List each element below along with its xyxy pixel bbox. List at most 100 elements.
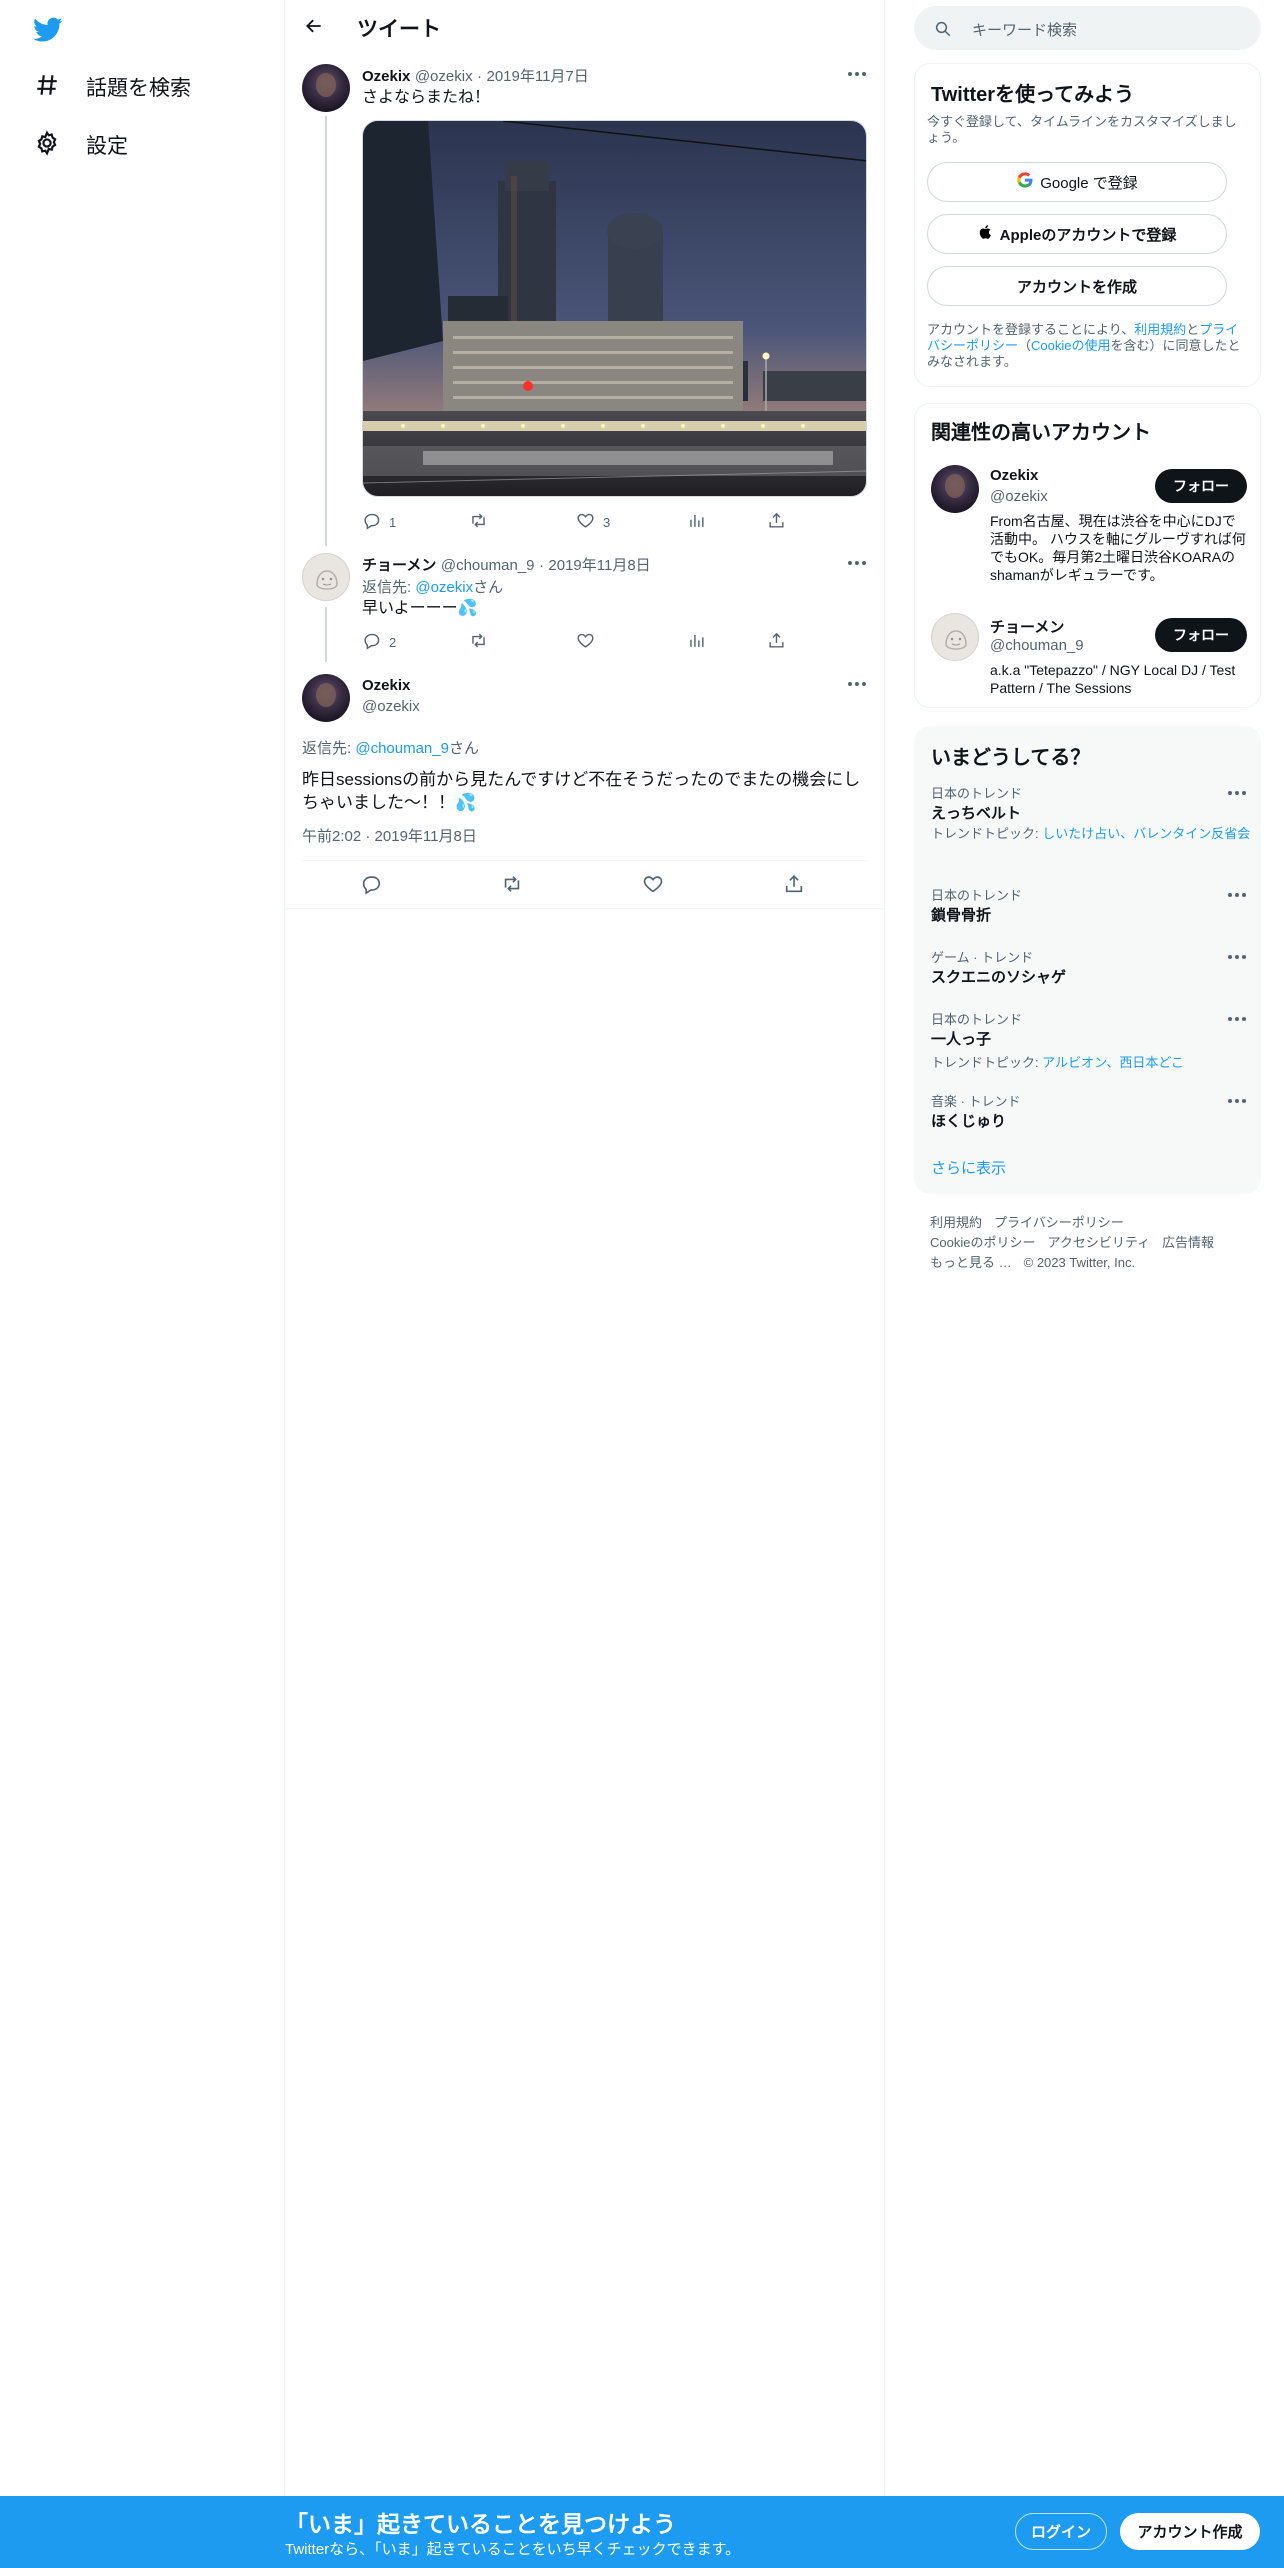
show-more-link[interactable]: さらに表示 — [931, 1157, 1006, 1178]
reply-to-link[interactable]: @chouman_9 — [355, 740, 449, 757]
follow-button[interactable]: フォロー — [1155, 469, 1247, 503]
footer-terms-link[interactable]: 利用規約 — [930, 1215, 982, 1230]
retweet-button[interactable] — [501, 873, 523, 897]
gear-icon — [34, 129, 60, 161]
footer-row-3: もっと見る … © 2023 Twitter, Inc. — [930, 1252, 1147, 1271]
nav-explore-label: 話題を検索 — [86, 77, 191, 100]
author-name[interactable]: Ozekix — [362, 677, 410, 694]
more-icon[interactable] — [1223, 1091, 1251, 1111]
trend-topics: トレンドトピック: アルビオン、西日本どこ — [931, 1052, 1184, 1071]
more-icon[interactable] — [1223, 885, 1251, 905]
tweet-text: 早いよーーー💦 — [362, 600, 478, 617]
more-icon[interactable] — [1223, 1009, 1251, 1029]
reply-to-link[interactable]: @ozekix — [415, 579, 473, 596]
avatar[interactable] — [302, 674, 350, 722]
trend-topic-link[interactable]: しいたけ占い、バレンタイン反省会 — [1042, 826, 1250, 841]
avatar[interactable] — [302, 64, 350, 112]
author-name[interactable]: Ozekix — [362, 68, 410, 85]
reply-button[interactable] — [360, 873, 382, 897]
signup-button[interactable]: アカウント作成 — [1120, 2513, 1260, 2550]
footer-accessibility-link[interactable]: アクセシビリティ — [1047, 1235, 1150, 1250]
reply-button[interactable]: 2 — [362, 630, 396, 654]
footer-cookie-link[interactable]: Cookieのポリシー — [930, 1235, 1035, 1250]
like-button[interactable] — [642, 873, 664, 897]
reply-context: 返信先: @chouman_9さん — [302, 737, 479, 758]
terms-link[interactable]: 利用規約 — [1134, 322, 1186, 337]
right-sidebar: キーワード検索 Twitterを使ってみよう 今すぐ登録して、タイムラインをカス… — [885, 0, 1284, 2568]
more-icon[interactable] — [843, 674, 871, 694]
reply-button[interactable]: 1 — [362, 510, 396, 534]
trend-item[interactable]: 日本のトレンド 一人っ子 トレンドトピック: アルビオン、西日本どこ — [915, 1009, 1262, 1079]
footer-privacy-link[interactable]: プライバシーポリシー — [994, 1215, 1124, 1230]
terms-prefix: アカウントを登録することにより、 — [927, 322, 1135, 337]
trend-item[interactable]: 音楽 · トレンド ほくじゅり — [915, 1091, 1262, 1141]
more-icon[interactable] — [843, 64, 871, 84]
tweet-text: さよならまたね！ — [362, 89, 491, 106]
trend-item[interactable]: 日本のトレンド 鎖骨骨折 — [915, 885, 1262, 935]
more-icon[interactable] — [1223, 783, 1251, 803]
follow-button[interactable]: フォロー — [1155, 618, 1247, 652]
login-button[interactable]: ログイン — [1015, 2513, 1107, 2550]
signup-subtitle: 今すぐ登録して、タイムラインをカスタマイズしましょう。 — [927, 114, 1237, 145]
share-button[interactable] — [767, 510, 786, 534]
like-count: 3 — [603, 514, 611, 530]
footer-more-link[interactable]: もっと見る … — [930, 1255, 1012, 1270]
search-placeholder: キーワード検索 — [972, 22, 1078, 39]
avatar[interactable] — [302, 553, 350, 601]
tweet-1[interactable]: Ozekix @ozekix · 2019年11月7日 さよならまたね！ 1 3 — [285, 54, 885, 546]
cookie-open: （ — [1018, 338, 1032, 353]
tweet-date[interactable]: 2019年11月7日 — [486, 68, 588, 85]
trend-name: スクエニのソシャゲ — [931, 969, 1067, 986]
apple-signup-button[interactable]: Appleのアカウントで登録 — [927, 214, 1227, 254]
create-account-button[interactable]: アカウントを作成 — [927, 266, 1227, 306]
trend-topics: トレンドトピック: しいたけ占い、バレンタイン反省会 — [931, 826, 1251, 842]
nav-settings[interactable]: 設定 — [22, 119, 140, 171]
divider — [302, 860, 868, 861]
trend-item[interactable]: ゲーム · トレンド スクエニのソシャゲ — [915, 947, 1262, 997]
like-button[interactable] — [576, 630, 595, 654]
trend-topic-prefix: トレンドトピック: — [931, 1055, 1043, 1070]
analytics-button[interactable] — [687, 630, 706, 654]
share-button[interactable] — [783, 873, 805, 897]
account-handle[interactable]: @ozekix — [990, 488, 1048, 505]
google-signup-button[interactable]: Google で登録 — [927, 162, 1227, 202]
avatar[interactable] — [931, 613, 979, 661]
account-row[interactable]: Ozekix @ozekix フォロー From名古屋、現在は渋谷を中心にDJで… — [915, 454, 1262, 594]
share-button[interactable] — [767, 630, 786, 654]
retweet-button[interactable] — [469, 630, 488, 654]
tweet-timestamp[interactable]: 午前2:02 · 2019年11月8日 — [302, 825, 477, 846]
account-row[interactable]: チョーメン @chouman_9 フォロー a.k.a "Tetepazzo" … — [915, 604, 1262, 704]
footer-ads-link[interactable]: 広告情報 — [1162, 1235, 1214, 1250]
search-bar[interactable]: キーワード検索 — [914, 6, 1261, 50]
thread-line — [325, 607, 327, 662]
back-button[interactable] — [297, 11, 331, 45]
cookie-link[interactable]: Cookieの使用 — [1031, 338, 1110, 353]
author-handle[interactable]: @ozekix — [362, 698, 420, 715]
like-button[interactable]: 3 — [576, 510, 610, 534]
nav-explore[interactable]: 話題を検索 — [22, 61, 203, 113]
author-handle[interactable]: @chouman_9 — [441, 557, 535, 574]
focused-tweet: Ozekix @ozekix 返信先: @chouman_9さん 昨日sessi… — [285, 660, 885, 910]
account-name[interactable]: チョーメン — [990, 616, 1064, 637]
twitter-logo-icon[interactable] — [30, 12, 66, 48]
trend-topic-prefix: トレンドトピック: — [931, 826, 1043, 841]
author-name[interactable]: チョーメン — [362, 557, 436, 574]
more-icon[interactable] — [843, 553, 871, 573]
account-name[interactable]: Ozekix — [990, 467, 1038, 484]
more-icon[interactable] — [1223, 947, 1251, 967]
tweet-header: チョーメン @chouman_9 · 2019年11月8日 — [362, 554, 651, 575]
reply-icon — [360, 873, 382, 898]
avatar[interactable] — [931, 465, 979, 513]
retweet-button[interactable] — [469, 510, 488, 534]
tweet-photo[interactable] — [362, 120, 867, 497]
analytics-button[interactable] — [687, 510, 706, 534]
trend-item[interactable]: 日本のトレンド えっちベルト トレンドトピック: しいたけ占い、バレンタイン反省… — [915, 783, 1262, 873]
tweet-2[interactable]: チョーメン @chouman_9 · 2019年11月8日 返信先: @ozek… — [285, 545, 885, 662]
retweet-icon — [501, 873, 523, 898]
account-handle[interactable]: @chouman_9 — [990, 637, 1084, 654]
tweet-date[interactable]: 2019年11月8日 — [548, 557, 650, 574]
author-handle[interactable]: @ozekix — [415, 68, 473, 85]
reply-icon — [362, 511, 381, 533]
reply-suffix: さん — [473, 579, 504, 596]
trend-topic-link[interactable]: アルビオン、西日本どこ — [1042, 1055, 1184, 1070]
